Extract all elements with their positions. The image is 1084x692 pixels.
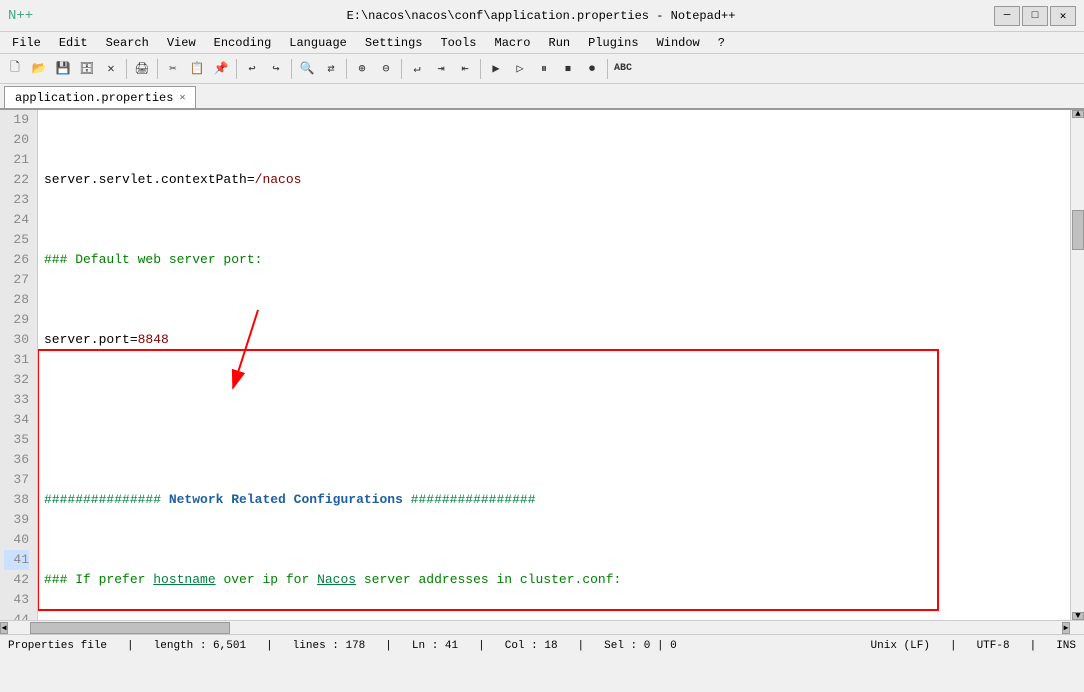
save-all-button[interactable]: 🗄 <box>76 58 98 80</box>
new-button[interactable]: 🗋 <box>4 58 26 80</box>
run-button[interactable]: ▶ <box>485 58 507 80</box>
toolbar-sep-14: | <box>950 640 957 652</box>
print-button[interactable]: 🖨 <box>131 58 153 80</box>
menu-settings[interactable]: Settings <box>357 34 431 52</box>
indent-button[interactable]: ⇥ <box>430 58 452 80</box>
ins-label: INS <box>1056 640 1076 652</box>
toolbar-sep-15: | <box>1030 640 1037 652</box>
status-bar: Properties file | length : 6,501 | lines… <box>0 634 1084 656</box>
toolbar-sep-1 <box>126 59 127 79</box>
code-line-23: ############### Network Related Configur… <box>44 490 1070 510</box>
tab-close-icon[interactable]: ✕ <box>179 92 185 104</box>
title-text: E:\nacos\nacos\conf\application.properti… <box>88 9 994 23</box>
menu-language[interactable]: Language <box>281 34 355 52</box>
menu-bar: File Edit Search View Encoding Language … <box>0 32 1084 54</box>
replace-button[interactable]: ⇄ <box>320 58 342 80</box>
menu-search[interactable]: Search <box>98 34 157 52</box>
spell-button[interactable]: ABC <box>612 58 634 80</box>
toolbar-sep-9: | <box>127 640 134 652</box>
code-line-22 <box>44 410 1070 430</box>
file-length: length : 6,501 <box>154 640 246 652</box>
h-scrollbar-thumb[interactable] <box>30 622 230 634</box>
scrollbar-thumb[interactable] <box>1072 210 1084 250</box>
find-button[interactable]: 🔍 <box>296 58 318 80</box>
wrap-button[interactable]: ↵ <box>406 58 428 80</box>
menu-file[interactable]: File <box>4 34 49 52</box>
selection-info: Sel : 0 | 0 <box>604 640 677 652</box>
save-button[interactable]: 💾 <box>52 58 74 80</box>
code-lines: server.servlet.contextPath=/nacos ### De… <box>38 110 1070 620</box>
paste-button[interactable]: 📌 <box>210 58 232 80</box>
editor-area: 19 20 21 22 23 24 25 26 27 28 29 30 31 3… <box>0 110 1084 620</box>
vertical-scrollbar[interactable]: ▲ ▼ <box>1070 110 1084 620</box>
toolbar-sep-4 <box>291 59 292 79</box>
toolbar-sep-5 <box>346 59 347 79</box>
window-controls[interactable]: ─ □ ✕ <box>994 6 1076 26</box>
tab-bar: application.properties ✕ <box>0 84 1084 110</box>
toolbar-sep-8 <box>607 59 608 79</box>
run2-button[interactable]: ▷ <box>509 58 531 80</box>
menu-plugins[interactable]: Plugins <box>580 34 646 52</box>
menu-encoding[interactable]: Encoding <box>206 34 280 52</box>
file-type-label: Properties file <box>8 640 107 652</box>
encoding-label: UTF-8 <box>977 640 1010 652</box>
close-button2[interactable]: ✕ <box>100 58 122 80</box>
menu-help[interactable]: ? <box>710 34 733 52</box>
tab-label: application.properties <box>15 91 173 105</box>
open-button[interactable]: 📂 <box>28 58 50 80</box>
zoom-out-button[interactable]: ⊖ <box>375 58 397 80</box>
line-numbers: 19 20 21 22 23 24 25 26 27 28 29 30 31 3… <box>0 110 38 620</box>
pause-button[interactable]: ⏸ <box>533 58 555 80</box>
tab-application-properties[interactable]: application.properties ✕ <box>4 86 196 108</box>
unindent-button[interactable]: ⇤ <box>454 58 476 80</box>
menu-run[interactable]: Run <box>541 34 579 52</box>
toolbar-sep-13: | <box>578 640 585 652</box>
cut-button[interactable]: ✂ <box>162 58 184 80</box>
stop-button[interactable]: ⏹ <box>557 58 579 80</box>
code-line-21: server.port=8848 <box>44 330 1070 350</box>
toolbar-sep-3 <box>236 59 237 79</box>
toolbar-sep-10: | <box>266 640 273 652</box>
zoom-in-button[interactable]: ⊕ <box>351 58 373 80</box>
menu-view[interactable]: View <box>159 34 204 52</box>
record-button[interactable]: ⏺ <box>581 58 603 80</box>
minimize-button[interactable]: ─ <box>994 6 1020 26</box>
menu-macro[interactable]: Macro <box>487 34 539 52</box>
toolbar-sep-12: | <box>478 640 485 652</box>
code-editor[interactable]: server.servlet.contextPath=/nacos ### De… <box>38 110 1070 620</box>
close-button[interactable]: ✕ <box>1050 6 1076 26</box>
menu-tools[interactable]: Tools <box>432 34 484 52</box>
eol-type: Unix (LF) <box>871 640 930 652</box>
code-line-24: ### If prefer hostname over ip for Nacos… <box>44 570 1070 590</box>
undo-button[interactable]: ↩ <box>241 58 263 80</box>
file-lines: lines : 178 <box>293 640 366 652</box>
copy-button[interactable]: 📋 <box>186 58 208 80</box>
code-line-19: server.servlet.contextPath=/nacos <box>44 170 1070 190</box>
toolbar-sep-11: | <box>385 640 392 652</box>
redo-button[interactable]: ↪ <box>265 58 287 80</box>
toolbar-sep-2 <box>157 59 158 79</box>
menu-edit[interactable]: Edit <box>51 34 96 52</box>
maximize-button[interactable]: □ <box>1022 6 1048 26</box>
toolbar: 🗋 📂 💾 🗄 ✕ 🖨 ✂ 📋 📌 ↩ ↪ 🔍 ⇄ ⊕ ⊖ ↵ ⇥ ⇤ ▶ ▷ … <box>0 54 1084 84</box>
toolbar-sep-6 <box>401 59 402 79</box>
toolbar-sep-7 <box>480 59 481 79</box>
cursor-line: Ln : 41 <box>412 640 458 652</box>
horizontal-scrollbar[interactable]: ◀ ▶ <box>0 620 1084 634</box>
code-line-20: ### Default web server port: <box>44 250 1070 270</box>
title-bar: N++ E:\nacos\nacos\conf\application.prop… <box>0 0 1084 32</box>
cursor-col: Col : 18 <box>505 640 558 652</box>
menu-window[interactable]: Window <box>649 34 708 52</box>
